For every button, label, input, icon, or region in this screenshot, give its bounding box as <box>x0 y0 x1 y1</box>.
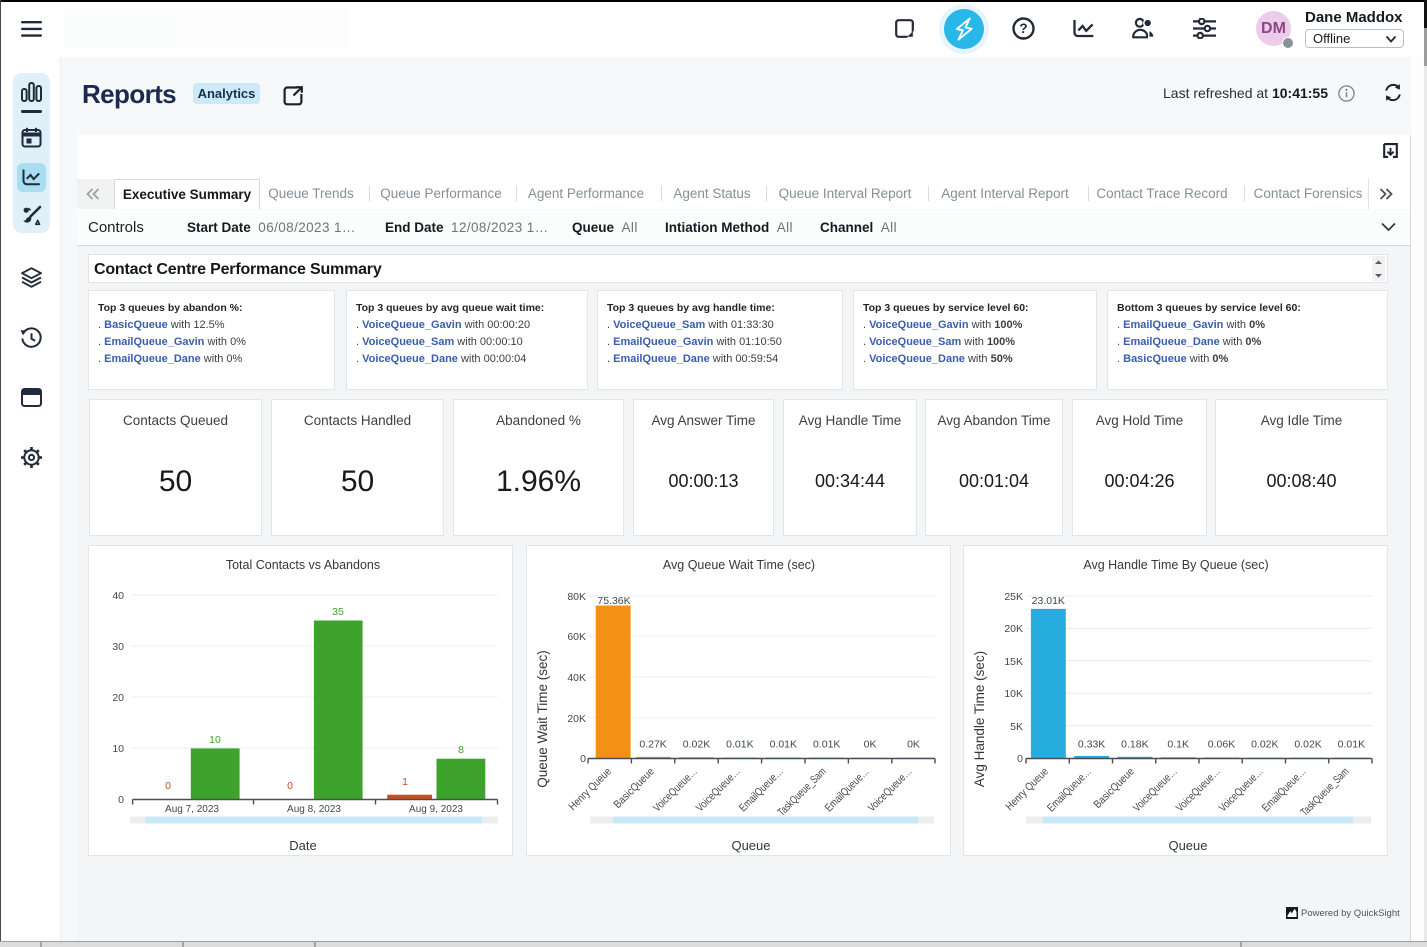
svg-text:VoiceQueue…: VoiceQueue… <box>651 766 700 815</box>
svg-text:VoiceQueue…: VoiceQueue… <box>1174 766 1223 815</box>
svg-text:10: 10 <box>112 743 124 755</box>
svg-text:0: 0 <box>118 794 124 806</box>
svg-text:0K: 0K <box>907 739 920 751</box>
svg-text:0.01K: 0.01K <box>813 739 840 751</box>
svg-text:80K: 80K <box>567 591 586 603</box>
svg-text:8: 8 <box>458 744 464 756</box>
svg-text:Date: Date <box>289 838 316 853</box>
svg-text:VoiceQueue…: VoiceQueue… <box>1131 766 1180 815</box>
svg-text:VoiceQueue…: VoiceQueue… <box>694 766 743 815</box>
svg-text:20K: 20K <box>567 713 586 725</box>
svg-text:0: 0 <box>287 780 293 792</box>
svg-text:EmailQueue…: EmailQueue… <box>1045 766 1094 815</box>
svg-text:Avg Handle Time By Queue (sec): Avg Handle Time By Queue (sec) <box>1083 558 1268 572</box>
svg-text:Henry Queue: Henry Queue <box>567 766 614 813</box>
svg-text:10K: 10K <box>1004 688 1023 700</box>
svg-text:0: 0 <box>165 780 171 792</box>
svg-text:0: 0 <box>580 753 586 765</box>
svg-text:0K: 0K <box>864 739 877 751</box>
svg-text:0.02K: 0.02K <box>683 739 710 751</box>
svg-text:23.01K: 23.01K <box>1032 595 1065 607</box>
svg-text:Queue: Queue <box>1168 838 1207 853</box>
svg-text:Avg Handle Time (sec): Avg Handle Time (sec) <box>972 651 987 787</box>
svg-text:75.36K: 75.36K <box>597 595 630 607</box>
svg-text:0.02K: 0.02K <box>1251 739 1278 751</box>
svg-text:Queue: Queue <box>731 838 770 853</box>
svg-text:40: 40 <box>112 590 124 602</box>
svg-text:VoiceQueue…: VoiceQueue… <box>1217 766 1266 815</box>
svg-text:0.02K: 0.02K <box>1294 739 1321 751</box>
svg-text:15K: 15K <box>1004 656 1023 668</box>
svg-text:Queue Wait Time (sec): Queue Wait Time (sec) <box>535 650 550 788</box>
svg-text:0.01K: 0.01K <box>726 739 753 751</box>
svg-text:40K: 40K <box>567 672 586 684</box>
svg-text:30: 30 <box>112 641 124 653</box>
svg-text:0: 0 <box>1017 753 1023 765</box>
svg-text:VoiceQueue…: VoiceQueue… <box>866 766 915 815</box>
svg-text:35: 35 <box>332 606 344 618</box>
svg-text:0.18K: 0.18K <box>1121 739 1148 751</box>
svg-text:0.01K: 0.01K <box>1338 739 1365 751</box>
svg-text:0.01K: 0.01K <box>770 739 797 751</box>
svg-text:BasicQueue: BasicQueue <box>612 766 657 811</box>
svg-text:0.33K: 0.33K <box>1078 739 1105 751</box>
svg-text:BasicQueue: BasicQueue <box>1092 766 1137 811</box>
svg-text:Avg Queue Wait Time (sec): Avg Queue Wait Time (sec) <box>663 558 815 572</box>
svg-text:Total Contacts vs Abandons: Total Contacts vs Abandons <box>226 558 380 572</box>
svg-text:0.1K: 0.1K <box>1167 739 1189 751</box>
svg-text:Aug 9, 2023: Aug 9, 2023 <box>409 804 463 815</box>
svg-text:10: 10 <box>209 734 221 746</box>
svg-text:1: 1 <box>402 776 408 788</box>
svg-text:EmailQueue…: EmailQueue… <box>823 766 872 815</box>
svg-text:60K: 60K <box>567 631 586 643</box>
svg-text:0.06K: 0.06K <box>1208 739 1235 751</box>
svg-text:0.27K: 0.27K <box>639 739 666 751</box>
svg-text:5K: 5K <box>1010 721 1023 733</box>
svg-text:Aug 7, 2023: Aug 7, 2023 <box>165 804 219 815</box>
svg-text:?: ? <box>1019 21 1027 36</box>
svg-text:Aug 8, 2023: Aug 8, 2023 <box>287 804 341 815</box>
svg-text:20: 20 <box>112 692 124 704</box>
svg-text:20K: 20K <box>1004 623 1023 635</box>
svg-text:25K: 25K <box>1004 591 1023 603</box>
